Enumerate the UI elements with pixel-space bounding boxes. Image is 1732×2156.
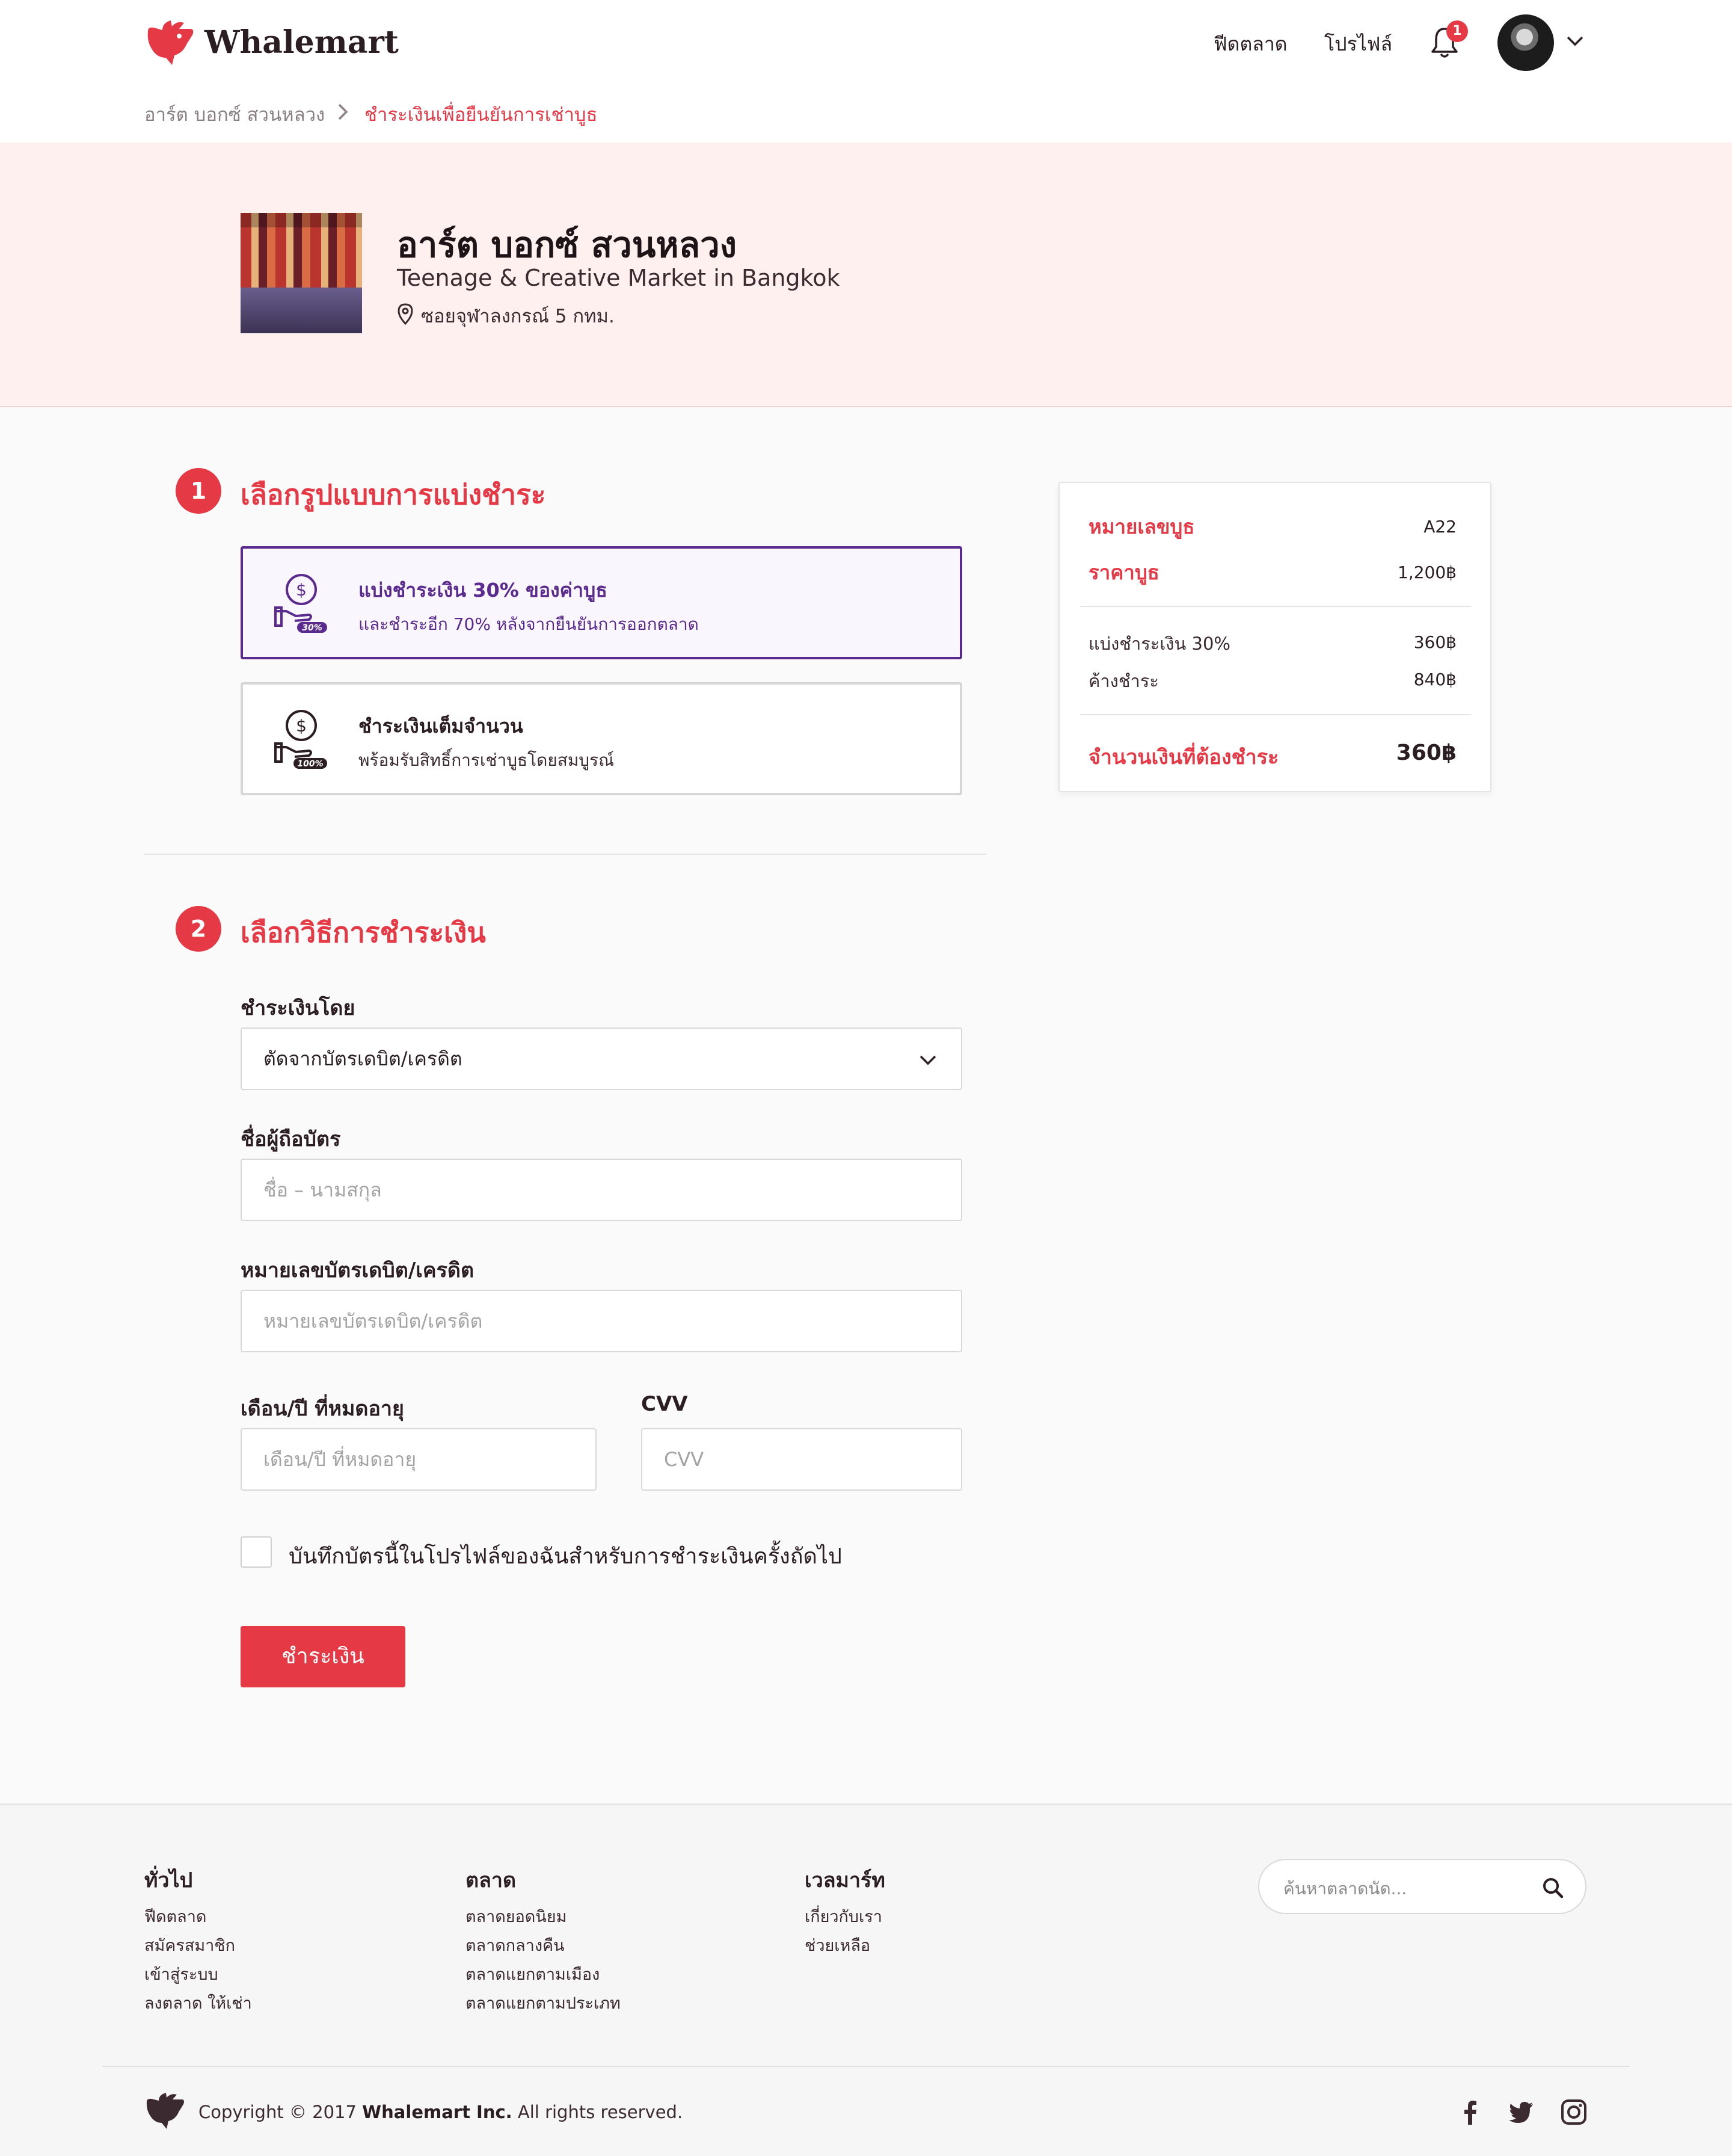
card-number-label: หมายเลขบัตรเดบิต/เครดิต: [241, 1258, 474, 1283]
breadcrumb-parent[interactable]: อาร์ต บอกซ์ สวนหลวง: [144, 99, 325, 129]
remaining-label: ค้างชำระ: [1089, 671, 1159, 691]
footer-link[interactable]: เกี่ยวกับเรา: [805, 1903, 882, 1929]
market-subtitle: Teenage & Creative Market in Bangkok: [397, 265, 840, 291]
option-title: แบ่งชำระเงิน 30% ของค่าบูธ: [358, 579, 607, 602]
pay-button[interactable]: ชำระเงิน: [241, 1626, 405, 1687]
nav-profile[interactable]: โปรไฟล์: [1324, 29, 1392, 60]
copyright: Copyright © 2017 Whalemart Inc. All righ…: [198, 2102, 683, 2122]
partial-payment-value: 360฿: [1413, 632, 1457, 652]
cvv-input[interactable]: CVV: [641, 1428, 962, 1491]
chevron-down-icon[interactable]: [1566, 35, 1584, 47]
step-2-title: เลือกวิธีการชำระเงิน: [241, 916, 486, 949]
option-title: ชำระเงินเต็มจำนวน: [358, 715, 523, 738]
total-label: จำนวนเงินที่ต้องชำระ: [1089, 745, 1279, 769]
option-subtitle: และชำระอีก 70% หลังจากยืนยันการออกตลาด: [358, 614, 699, 634]
payment-method-value: ตัดจากบัตรเดบิต/เครดิต: [263, 1047, 462, 1070]
avatar[interactable]: [1497, 14, 1554, 71]
footer-link[interactable]: ฟีดตลาด: [144, 1903, 206, 1929]
instagram-icon[interactable]: [1560, 2098, 1588, 2126]
chevron-down-icon[interactable]: [919, 1054, 937, 1066]
copyright-company: Whalemart Inc.: [362, 2102, 512, 2122]
booth-price-value: 1,200฿: [1398, 562, 1457, 582]
footer-search-input[interactable]: ค้นหาตลาดนัด...: [1258, 1859, 1586, 1914]
expiry-input[interactable]: เดือน/ปี ที่หมดอายุ: [241, 1428, 597, 1491]
svg-text:30%: 30%: [302, 623, 322, 633]
chevron-right-icon: [338, 103, 348, 120]
location-pin-icon: [398, 303, 413, 325]
copyright-prefix: Copyright © 2017: [198, 2102, 357, 2122]
twitter-icon[interactable]: [1507, 2098, 1535, 2126]
footer-link[interactable]: ตลาดแยกตามเมือง: [465, 1961, 600, 1987]
brand-name[interactable]: Whalemart: [204, 24, 399, 61]
svg-text:$: $: [296, 716, 307, 736]
svg-text:100%: 100%: [297, 759, 323, 769]
section-divider: [144, 854, 986, 855]
svg-text:$: $: [296, 580, 307, 600]
card-holder-input[interactable]: ชื่อ – นามสกุล: [241, 1159, 962, 1221]
step-2-number: 2: [176, 906, 221, 952]
expiry-label: เดือน/ปี ที่หมดอายุ: [241, 1397, 404, 1421]
market-location: ซอยจุฬาลงกรณ์ 5 กทม.: [421, 306, 615, 327]
save-card-label[interactable]: บันทึกบัตรนี้ในโปรไฟล์ของฉันสำหรับการชำร…: [289, 1539, 842, 1573]
footer-link[interactable]: ตลาดกลางคืน: [465, 1932, 565, 1958]
breadcrumb-current: ชำระเงินเพื่อยืนยันการเช่าบูธ: [364, 104, 598, 126]
money-hand-icon: $ 30%: [274, 574, 327, 633]
footer-whalemart-title: เวลมาร์ท: [805, 1868, 885, 1893]
step-1-title: เลือกรูปแบบการแบ่งชำระ: [241, 478, 546, 511]
step-1-number: 1: [176, 468, 221, 514]
booking-summary-card: หมายเลขบูธ A22 ราคาบูธ 1,200฿ แบ่งชำระเง…: [1058, 482, 1491, 792]
footer-link[interactable]: สมัครสมาชิก: [144, 1932, 235, 1958]
footer-divider: [102, 2066, 1630, 2067]
footer-market-title: ตลาด: [465, 1868, 517, 1893]
save-card-checkbox[interactable]: [241, 1536, 272, 1568]
footer-link[interactable]: ช่วยเหลือ: [805, 1932, 870, 1958]
option-full-payment[interactable]: $ 100% ชำระเงินเต็มจำนวน พร้อมรับสิทธิ์ก…: [241, 682, 962, 795]
summary-divider: [1080, 714, 1471, 715]
whale-logo-icon[interactable]: [144, 18, 196, 67]
market-thumbnail: [241, 213, 362, 333]
summary-divider: [1080, 606, 1471, 607]
option-subtitle: พร้อมรับสิทธิ์การเช่าบูธโดยสมบูรณ์: [358, 750, 615, 770]
search-placeholder: ค้นหาตลาดนัด...: [1283, 1879, 1407, 1899]
payment-method-select[interactable]: ตัดจากบัตรเดบิต/เครดิต: [241, 1027, 962, 1090]
money-hand-icon: $ 100%: [274, 710, 327, 769]
card-number-input[interactable]: หมายเลขบัตรเดบิต/เครดิต: [241, 1290, 962, 1352]
search-icon[interactable]: [1541, 1876, 1565, 1900]
facebook-icon[interactable]: [1457, 2098, 1484, 2126]
booth-number-label: หมายเลขบูธ: [1089, 515, 1195, 538]
footer-link[interactable]: ลงตลาด ให้เช่า: [144, 1990, 252, 2016]
footer-link[interactable]: เข้าสู่ระบบ: [144, 1961, 218, 1987]
card-holder-label: ชื่อผู้ถือบัตร: [241, 1127, 341, 1151]
notification-badge: 1: [1446, 20, 1468, 42]
cvv-label: CVV: [641, 1392, 688, 1416]
remaining-value: 840฿: [1413, 670, 1457, 689]
payment-method-label: ชำระเงินโดย: [241, 996, 355, 1020]
footer-link[interactable]: ตลาดยอดนิยม: [465, 1903, 567, 1929]
total-value: 360฿: [1396, 741, 1457, 765]
booth-number-value: A22: [1423, 517, 1457, 537]
footer-general-title: ทั่วไป: [144, 1868, 193, 1893]
footer-link[interactable]: ตลาดแยกตามประเภท: [465, 1990, 621, 2016]
partial-payment-label: แบ่งชำระเงิน 30%: [1089, 633, 1230, 654]
nav-market-feed[interactable]: ฟีดตลาด: [1214, 29, 1288, 60]
option-partial-payment[interactable]: $ 30% แบ่งชำระเงิน 30% ของค่าบูธ และชำระ…: [241, 546, 962, 659]
copyright-suffix: All rights reserved.: [517, 2102, 683, 2122]
booth-price-label: ราคาบูธ: [1089, 561, 1159, 584]
whale-logo-icon: [146, 2093, 184, 2129]
